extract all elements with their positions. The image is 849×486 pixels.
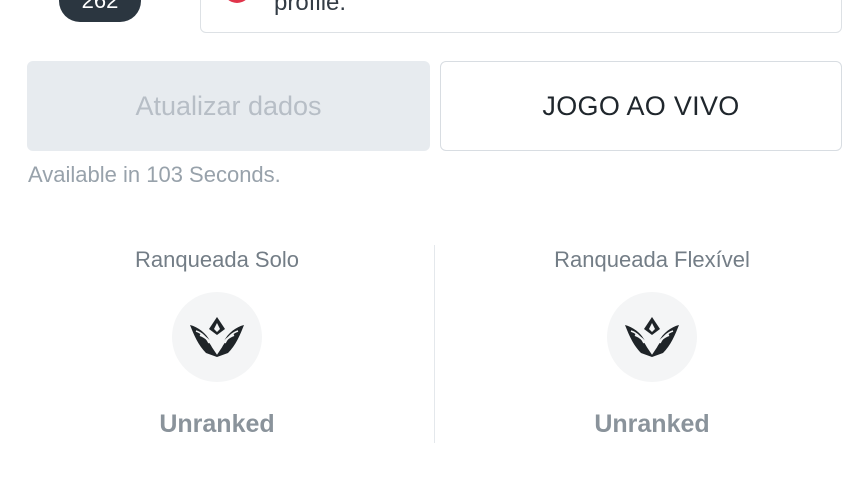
rank-status: Unranked xyxy=(594,410,710,438)
rank-card-solo: Ranqueada Solo Unranked xyxy=(27,245,407,445)
summoner-level-value: 262 xyxy=(81,0,119,13)
unranked-emblem-icon xyxy=(607,292,697,382)
rank-status: Unranked xyxy=(159,410,275,438)
notice-card[interactable]: profile. xyxy=(200,0,842,33)
live-game-button[interactable]: JOGO AO VIVO xyxy=(440,61,842,151)
live-game-label: JOGO AO VIVO xyxy=(542,90,740,121)
rank-queue-title: Ranqueada Solo xyxy=(135,247,299,272)
rank-divider xyxy=(434,245,435,443)
alert-icon xyxy=(223,0,251,3)
refresh-data-button[interactable]: Atualizar dados xyxy=(27,61,430,151)
rank-card-flex: Ranqueada Flexível Unranked xyxy=(462,245,842,445)
refresh-data-label: Atualizar dados xyxy=(135,90,322,121)
rank-queue-title: Ranqueada Flexível xyxy=(554,247,750,272)
summoner-level-badge: 262 xyxy=(59,0,141,22)
notice-text: profile. xyxy=(274,0,347,16)
cooldown-text: Available in 103 Seconds. xyxy=(28,162,281,187)
unranked-emblem-icon xyxy=(172,292,262,382)
